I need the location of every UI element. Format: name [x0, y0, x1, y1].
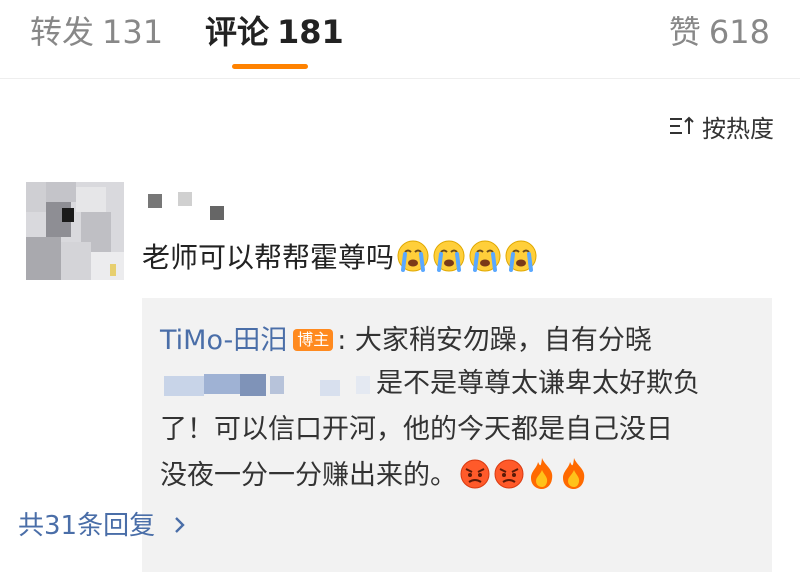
- tab-comments-label: 评论: [205, 13, 270, 51]
- reply-emoji-group: [457, 458, 589, 491]
- tab-likes-count: 618: [708, 13, 770, 51]
- reply-line-1: TiMo-田汨 博主: 大家稍安勿躁，自有分晓: [160, 319, 652, 363]
- reply-author[interactable]: TiMo-田汨: [160, 325, 287, 356]
- tab-reposts-count: 131: [102, 13, 164, 51]
- reply-text-2: 是不是尊尊太谦卑太好欺负: [376, 368, 700, 399]
- crying-face-emoji: [433, 240, 465, 272]
- tabs-divider: [0, 78, 800, 79]
- angry-face-emoji: [494, 459, 524, 489]
- angry-face-emoji: [460, 459, 490, 489]
- fire-emoji: [531, 458, 553, 489]
- sort-icon: [670, 116, 694, 134]
- avatar[interactable]: [26, 182, 124, 280]
- reply-line-4: 没夜一分一分赚出来的。: [160, 454, 589, 498]
- tab-reposts[interactable]: 转发 131: [30, 10, 163, 54]
- view-replies-button[interactable]: 共31条回复: [18, 506, 189, 546]
- comment-text: 老师可以帮帮霍尊吗: [142, 241, 395, 274]
- tab-comments[interactable]: 评论 181: [205, 10, 344, 54]
- tab-comments-count: 181: [277, 13, 344, 51]
- crying-face-emoji: [397, 240, 429, 272]
- author-badge: 博主: [293, 329, 334, 351]
- more-replies-label: 共31条回复: [18, 511, 156, 541]
- reply-text-1: : 大家稍安勿躁，自有分晓: [337, 325, 652, 356]
- sort-label: 按热度: [702, 114, 774, 143]
- tab-likes-label: 赞: [668, 13, 701, 51]
- tab-likes[interactable]: 赞 618: [669, 10, 770, 54]
- reply-preview[interactable]: TiMo-田汨 博主: 大家稍安勿躁，自有分晓 是不是尊尊太谦卑太好欺负 了！可以…: [142, 298, 772, 572]
- chevron-right-icon: [175, 517, 186, 533]
- tab-reposts-label: 转发: [30, 13, 95, 51]
- reply-text-4: 没夜一分一分赚出来的。: [160, 460, 457, 491]
- fire-emoji: [563, 458, 585, 489]
- tab-bar: 转发 131 评论 181 赞 618: [0, 0, 800, 78]
- commenter-name-blurred: [148, 190, 238, 220]
- crying-face-emoji: [505, 240, 537, 272]
- crying-face-emoji: [469, 240, 501, 272]
- reply-line-2: 是不是尊尊太谦卑太好欺负: [160, 362, 760, 406]
- reply-line-3: 了！可以信口开河，他的今天都是自己没日: [160, 414, 673, 445]
- comment-body: 老师可以帮帮霍尊吗: [142, 237, 538, 279]
- sort-by-hot-button[interactable]: 按热度: [668, 108, 774, 144]
- active-tab-indicator: [232, 64, 308, 69]
- crying-emoji-group: [394, 240, 538, 274]
